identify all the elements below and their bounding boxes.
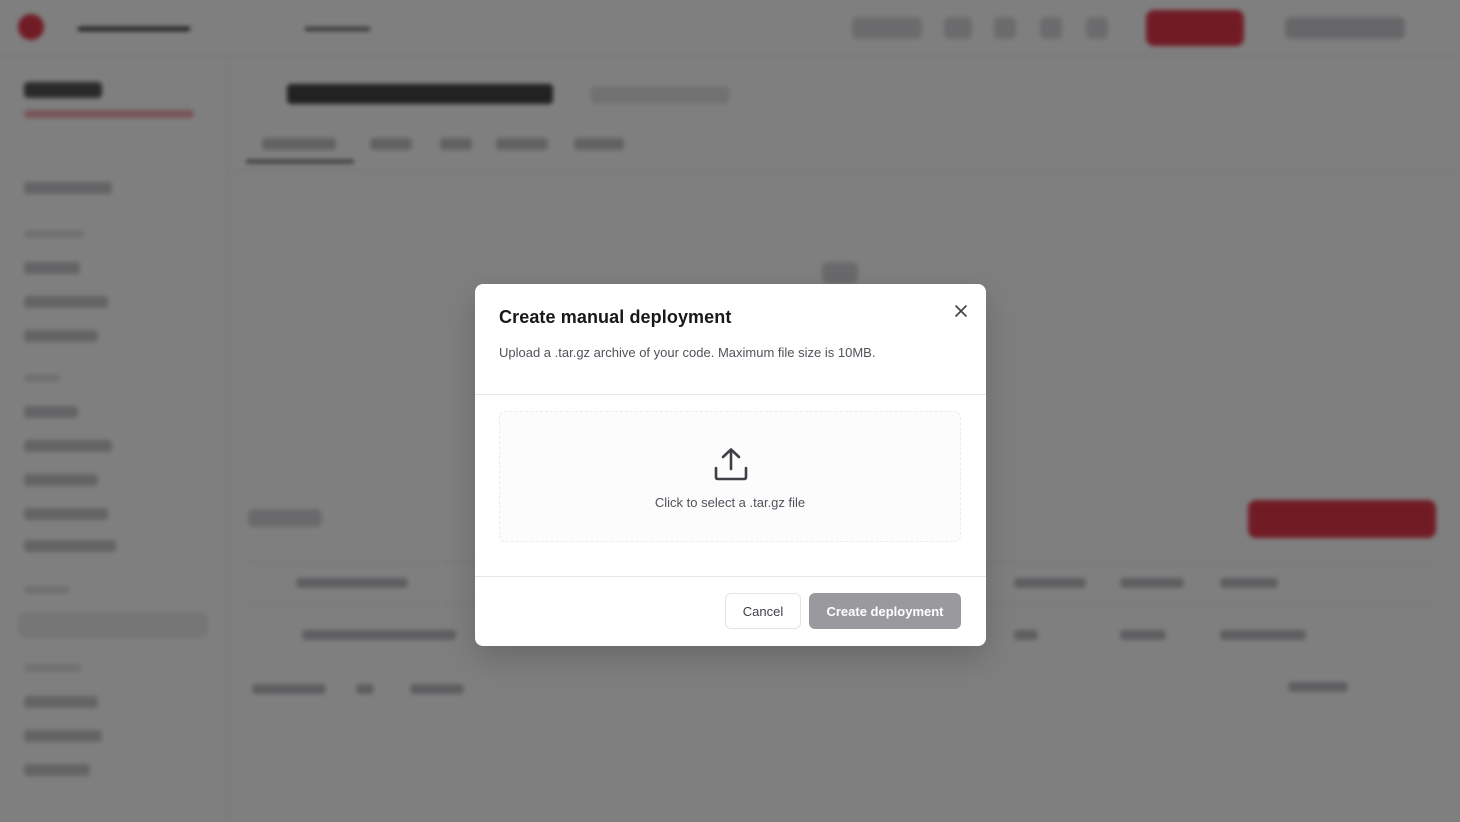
file-dropzone[interactable]: Click to select a .tar.gz file: [499, 411, 961, 542]
close-icon: [955, 305, 967, 317]
create-deployment-button[interactable]: Create deployment: [809, 593, 961, 629]
cancel-button[interactable]: Cancel: [725, 593, 801, 629]
dropzone-label: Click to select a .tar.gz file: [654, 495, 806, 510]
dialog-description: Upload a .tar.gz archive of your code. M…: [499, 345, 876, 360]
divider: [475, 576, 986, 577]
dialog-title: Create manual deployment: [499, 307, 732, 327]
app-root: ▬▬▬▬▬▬▬▬ ▬▬▬▬▬: [0, 0, 1460, 822]
upload-icon: [714, 448, 748, 481]
divider: [475, 394, 986, 395]
create-deployment-dialog: Create manual deployment Upload a .tar.g…: [475, 284, 986, 646]
close-button[interactable]: [949, 299, 973, 323]
